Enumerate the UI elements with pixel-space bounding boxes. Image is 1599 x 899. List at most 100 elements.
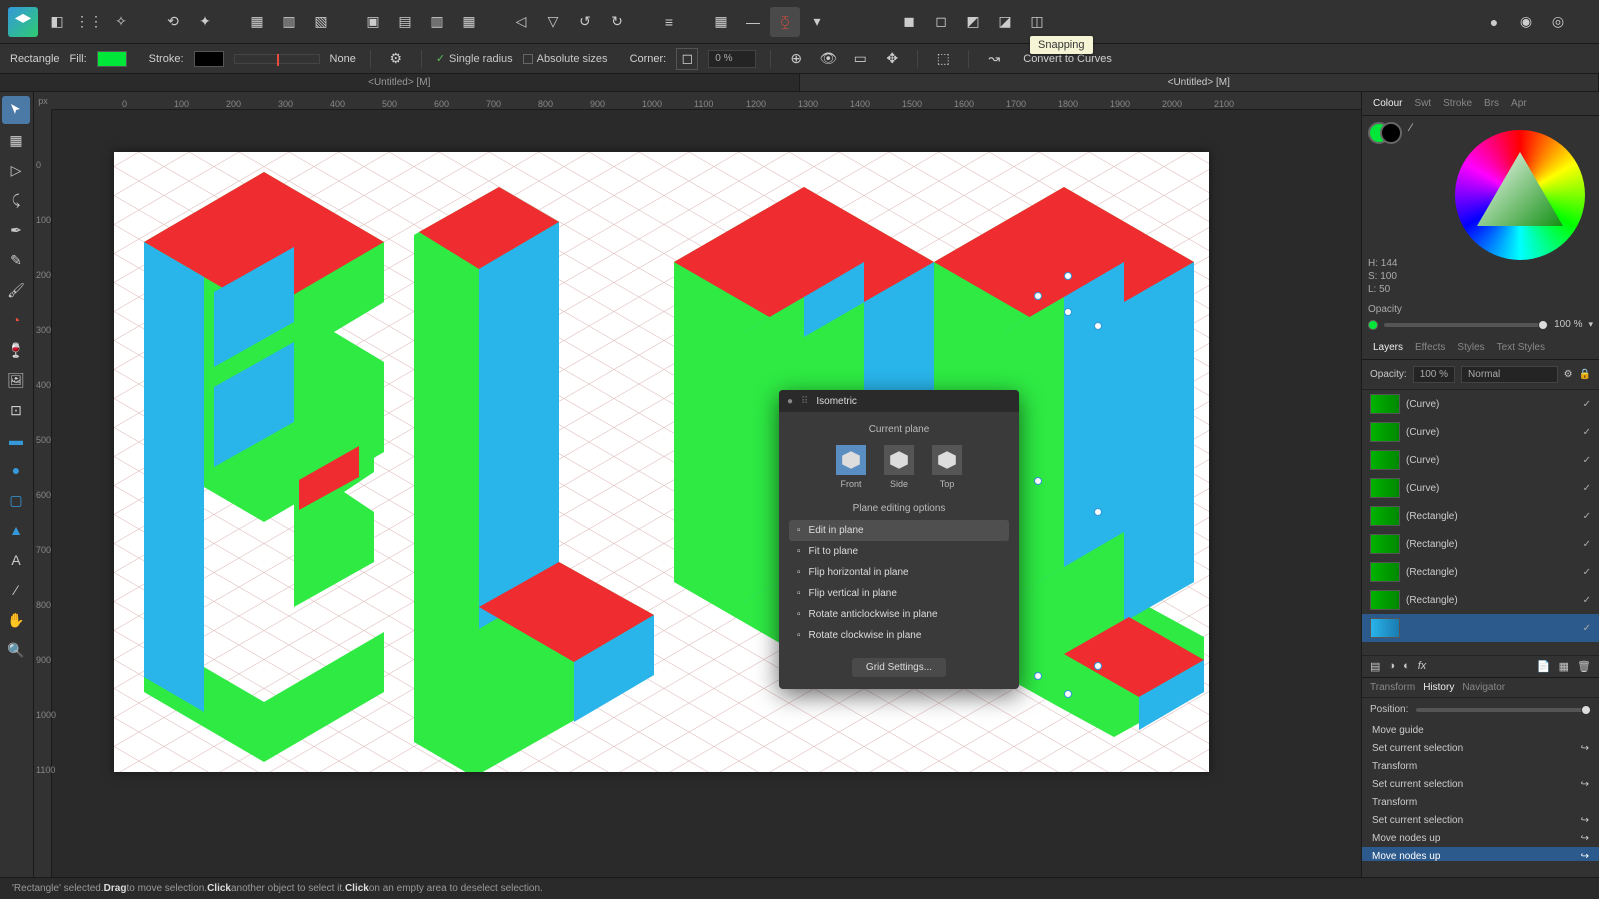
history-position-slider[interactable] [1416, 708, 1591, 712]
node-tool-icon[interactable]: ▷ [2, 156, 30, 184]
flip-vertical-icon[interactable]: ▽ [538, 7, 568, 37]
layer-visibility-checkbox[interactable]: ✓ [1583, 427, 1591, 438]
selection-handle[interactable] [1094, 662, 1102, 670]
opacity-dropdown-icon[interactable]: ▾ [1588, 319, 1593, 330]
bool-divide-icon[interactable]: ◫ [1022, 7, 1052, 37]
pencil-tool-icon[interactable]: ✎ [2, 246, 30, 274]
shape-tool-icon[interactable]: ▬ [2, 426, 30, 454]
rounded-rect-tool-icon[interactable]: ▢ [2, 486, 30, 514]
pen-tool-icon[interactable]: ✒ [2, 216, 30, 244]
layer-item[interactable]: (Rectangle)✓ [1362, 586, 1599, 614]
stroke-colour-swatch[interactable] [1380, 122, 1402, 144]
panel-tab[interactable]: Swt [1409, 96, 1436, 111]
panel-tab[interactable]: Effects [1410, 340, 1450, 355]
object-bounds-icon[interactable]: ⬚ [932, 48, 954, 70]
insert-behind-icon[interactable]: ◎ [1543, 7, 1573, 37]
move-tool-icon[interactable] [2, 96, 30, 124]
history-item[interactable]: Set current selection↪ [1362, 739, 1599, 757]
persona-pixel-icon[interactable]: ⋮⋮ [74, 7, 104, 37]
panel-tab[interactable]: Text Styles [1492, 340, 1550, 355]
snapping-options-icon[interactable]: ▾ [802, 7, 832, 37]
plane-option[interactable]: ▫Flip vertical in plane [789, 583, 1009, 604]
selection-handle[interactable] [1034, 292, 1042, 300]
plane-front-button[interactable]: Front [836, 445, 866, 489]
show-grid-icon[interactable]: ▦ [706, 7, 736, 37]
layer-opacity-select[interactable]: 100 % [1413, 366, 1455, 383]
move-to-back-icon[interactable]: ▦ [454, 7, 484, 37]
transparency-tool-icon[interactable]: 🍷 [2, 336, 30, 364]
guides-manager-icon[interactable]: ▥ [274, 7, 304, 37]
move-backward-icon[interactable]: ▥ [422, 7, 452, 37]
convert-curves-icon[interactable]: ↝ [983, 48, 1005, 70]
insert-target-icon[interactable]: ● [1479, 7, 1509, 37]
bool-subtract-icon[interactable]: ◻ [926, 7, 956, 37]
layer-fx-icon[interactable]: fx [1418, 660, 1427, 673]
selection-handle[interactable] [1064, 272, 1072, 280]
panel-tab[interactable]: Transform [1370, 682, 1415, 693]
grid-manager-icon[interactable]: ▦ [242, 7, 272, 37]
panel-tab[interactable]: Colour [1368, 96, 1407, 111]
layer-item[interactable]: (Curve)✓ [1362, 418, 1599, 446]
drag-handle-icon[interactable]: ⠿ [801, 396, 808, 407]
artboard-tool-icon[interactable]: ▦ [2, 126, 30, 154]
eyedropper-tool-icon[interactable]: ⁄ [2, 576, 30, 604]
brush-tool-icon[interactable]: 🖌 [2, 276, 30, 304]
colour-wheel[interactable] [1455, 130, 1585, 260]
defaults-icon[interactable]: ✦ [190, 7, 220, 37]
crop-tool-icon[interactable]: ⊡ [2, 396, 30, 424]
flip-horizontal-icon[interactable]: ◁ [506, 7, 536, 37]
blend-mode-select[interactable]: Normal [1461, 366, 1558, 383]
layer-item[interactable]: (Rectangle)✓ [1362, 502, 1599, 530]
move-to-front-icon[interactable]: ▣ [358, 7, 388, 37]
place-image-tool-icon[interactable]: 🖼 [2, 366, 30, 394]
zoom-tool-icon[interactable]: 🔍 [2, 636, 30, 664]
stroke-width-slider[interactable] [234, 54, 320, 64]
absolute-sizes-checkbox[interactable]: Absolute sizes [523, 53, 608, 65]
layer-visibility-checkbox[interactable]: ✓ [1583, 399, 1591, 410]
move-forward-icon[interactable]: ▤ [390, 7, 420, 37]
text-tool-icon[interactable]: A [2, 546, 30, 574]
persona-designer-icon[interactable]: ◧ [42, 7, 72, 37]
selection-handle[interactable] [1094, 322, 1102, 330]
panel-tab[interactable]: Styles [1452, 340, 1489, 355]
stroke-swatch[interactable] [194, 51, 224, 67]
selection-handle[interactable] [1064, 308, 1072, 316]
layer-mask-icon[interactable]: ◑ [1388, 660, 1395, 673]
selection-handle[interactable] [1064, 690, 1072, 698]
layer-settings-icon[interactable]: ⚙ [1564, 369, 1573, 380]
layer-item[interactable]: (Rectangle)✓ [1362, 558, 1599, 586]
bool-add-icon[interactable]: ◼ [894, 7, 924, 37]
layer-item[interactable]: (Curve)✓ [1362, 390, 1599, 418]
document-tab[interactable]: <Untitled> [M] [0, 74, 800, 91]
canvas[interactable] [114, 152, 1209, 772]
panel-tab[interactable]: Brs [1479, 96, 1504, 111]
align-icon[interactable]: ≡ [654, 7, 684, 37]
plane-top-button[interactable]: Top [932, 445, 962, 489]
plane-option[interactable]: ▫Flip horizontal in plane [789, 562, 1009, 583]
plane-option[interactable]: ▫Edit in plane [789, 520, 1009, 541]
opacity-slider[interactable] [1384, 323, 1548, 327]
canvas-area[interactable]: px 0100200300400500600700800900100011001… [34, 92, 1361, 877]
layer-visibility-checkbox[interactable]: ✓ [1583, 623, 1591, 634]
panel-tab[interactable]: Layers [1368, 340, 1408, 355]
fill-tool-icon[interactable]: ◔ [2, 306, 30, 334]
plane-option[interactable]: ▫Fit to plane [789, 541, 1009, 562]
panel-tab[interactable]: Stroke [1438, 96, 1477, 111]
layer-item[interactable]: (Rectangle)✓ [1362, 530, 1599, 558]
cycle-box-icon[interactable]: ▭ [849, 48, 871, 70]
history-item[interactable]: Transform [1362, 757, 1599, 775]
ellipse-tool-icon[interactable]: ● [2, 456, 30, 484]
document-tab[interactable]: <Untitled> [M] [800, 74, 1599, 91]
layer-visibility-checkbox[interactable]: ✓ [1583, 511, 1591, 522]
eyedropper-icon[interactable]: ⁄ [1410, 122, 1412, 144]
panel-tab[interactable]: Apr [1506, 96, 1532, 111]
close-icon[interactable]: ● [787, 396, 793, 407]
corner-value-input[interactable] [708, 50, 756, 68]
plane-side-button[interactable]: Side [884, 445, 914, 489]
snapping-icon[interactable]: ⧲ [770, 7, 800, 37]
selection-handle[interactable] [1034, 477, 1042, 485]
layer-item[interactable]: ✓ [1362, 614, 1599, 642]
layer-visibility-checkbox[interactable]: ✓ [1583, 455, 1591, 466]
rotate-cw-icon[interactable]: ↻ [602, 7, 632, 37]
hand-tool-icon[interactable]: ✋ [2, 606, 30, 634]
